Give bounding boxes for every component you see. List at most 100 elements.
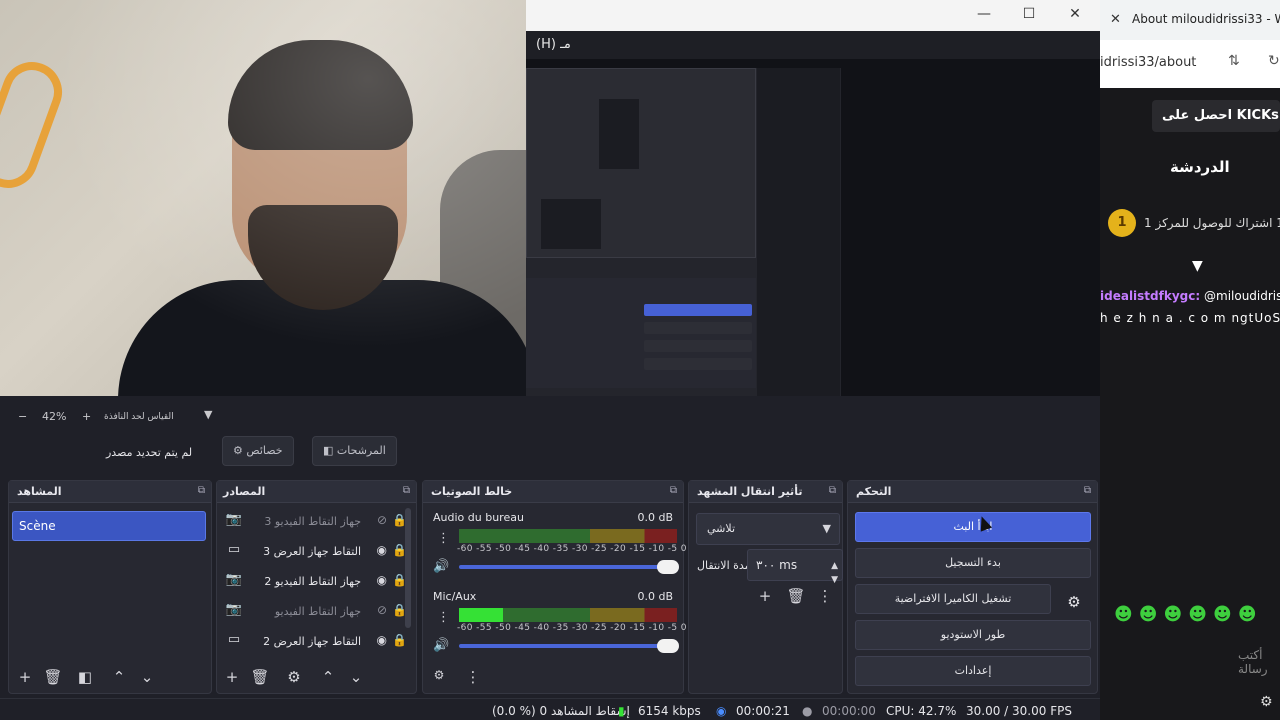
eye-icon[interactable]: ◉ [377,573,387,587]
pinned-chevron-icon[interactable]: ▼ [1192,258,1203,274]
nested-docks [526,278,756,388]
properties-button[interactable]: ⚙ خصائص [222,436,294,466]
move-up-icon[interactable]: ⌃ [318,668,338,686]
chevron-down-icon: ▼ [822,522,831,535]
speaker-icon[interactable]: 🔊 [433,638,449,653]
zoom-in-button[interactable]: + [82,410,91,423]
source-row[interactable]: ▭ التقاط جهاز العرض 3 ◉ 🔒 [217,537,417,567]
source-row[interactable]: 📷 جهاز التقاط الفيديو 2 ◉ 🔒 [217,567,417,597]
chat-message-header: idealistdfkygc: @miloudidriss [1100,289,1280,303]
advanced-audio-icon[interactable]: ⚙ [429,668,449,682]
lock-icon[interactable]: 🔒 [392,633,407,647]
move-down-icon[interactable]: ⌄ [137,668,157,686]
kebab-menu-icon[interactable]: ⋮ [437,531,450,546]
kebab-menu-icon[interactable]: ⋮ [463,668,483,686]
filter-icon[interactable]: ◧ [75,668,95,686]
add-icon[interactable]: + [222,668,242,686]
webcam-feed [0,0,526,396]
scene-item[interactable]: Scène [12,511,206,541]
popout-icon[interactable]: ⧉ [198,485,205,496]
address-text: idrissi33/about [1100,55,1197,70]
kick-button[interactable]: احصل على KICKs [1152,100,1280,132]
trash-icon[interactable]: 🗑 [43,668,63,686]
move-up-icon[interactable]: ⌃ [109,668,129,686]
scrollbar[interactable] [405,508,411,628]
stream-icon: ◉ [716,704,727,718]
close-tab-icon[interactable]: ✕ [1110,12,1121,27]
zoom-out-button[interactable]: − [18,410,27,423]
start-recording-button[interactable]: بدء التسجيل [855,548,1091,578]
chevron-down-icon[interactable]: ▼ [204,408,212,421]
address-bar[interactable]: idrissi33/about ⇅ ↻ [1100,40,1280,88]
gear-icon[interactable]: ⚙ [1260,694,1273,710]
tab-title: About miloudidrissi33 - Wat [1132,12,1280,26]
fit-to-window[interactable]: القياس لحد النافذة [104,412,174,422]
emote-bar[interactable]: ☻☻☻☻☻☻ [1114,604,1263,625]
minimize-icon[interactable]: — [974,6,994,22]
gear-icon[interactable]: ⚙ [284,668,304,686]
source-name: جهاز التقاط الفيديو [274,605,361,618]
volume-slider[interactable] [459,560,679,574]
kebab-menu-icon[interactable]: ⋮ [815,587,835,605]
browser-tab[interactable]: ✕ About miloudidrissi33 - Wat [1100,0,1280,40]
meter-scale: -60 -55 -50 -45 -40 -35 -30 -25 -20 -15 … [457,544,687,554]
speaker-icon[interactable]: 🔊 [433,559,449,574]
studio-mode-button[interactable]: طور الاستوديو [855,620,1091,650]
eye-icon[interactable]: ◉ [377,633,387,647]
nested-stream-btn [644,304,752,316]
eye-hidden-icon[interactable]: ⊘ [377,603,387,617]
kebab-menu-icon[interactable]: ⋮ [437,610,450,625]
slider-knob[interactable] [657,560,679,574]
transitions-header: تأثير انتقال المشهد ⧉ [689,481,842,503]
transitions-title: تأثير انتقال المشهد [697,485,803,498]
nested-btn [644,322,752,334]
eye-hidden-icon[interactable]: ⊘ [377,513,387,527]
controls-header: التحكم ⧉ [848,481,1097,503]
source-row[interactable]: ▭ التقاط جهاز العرض 2 ◉ 🔒 [217,627,417,657]
filters-button[interactable]: ◧ المرشحات [312,436,397,466]
source-name: التقاط جهاز العرض 3 [263,545,361,558]
settings-button[interactable]: إعدادات [855,656,1091,686]
transition-select[interactable]: تلاشي ▼ [696,513,840,545]
duration-input[interactable]: ٣٠٠ ms ▲ ▼ [747,549,843,585]
slider-knob[interactable] [657,639,679,653]
popout-icon[interactable]: ⧉ [670,485,677,496]
dropped-frames: (0.0 %) 0 إسقاط المشاهد [492,704,630,718]
properties-label: خصائص [246,444,283,457]
trash-icon[interactable]: 🗑 [250,668,270,686]
site-settings-icon[interactable]: ⇅ [1228,53,1240,69]
filters-label: المرشحات [336,444,386,457]
eye-icon[interactable]: ◉ [377,543,387,557]
meter-level [459,608,503,622]
gear-icon: ⚙ [233,444,247,457]
mixer-title: خالط الصوتيات [431,485,513,498]
source-name: جهاز التقاط الفيديو 3 [264,515,361,528]
help-menu[interactable]: (H) مـ [536,37,571,52]
move-down-icon[interactable]: ⌄ [346,668,366,686]
sources-dock: المصادر ⧉ 📷 جهاز التقاط الفيديو 3 ⊘ 🔒 ▭ … [216,480,417,694]
popout-icon[interactable]: ⧉ [829,485,836,496]
chat-input[interactable]: أكتب رسالة [1100,640,1280,676]
maximize-icon[interactable]: ☐ [1019,6,1039,22]
volume-slider[interactable] [459,639,679,653]
nested-panel [541,199,601,249]
display-icon: ▭ [227,542,241,557]
captured-titlebar: — ☐ ✕ [526,0,1100,31]
trash-icon[interactable]: 🗑 [786,587,806,605]
start-streaming-button[interactable]: ابدأ البث [855,512,1091,542]
popout-icon[interactable]: ⧉ [403,485,410,496]
add-icon[interactable]: + [15,668,35,686]
nested-btn [644,340,752,352]
mixer-toolbar: ⚙ ⋮ [423,663,683,693]
source-row[interactable]: 📷 جهاز التقاط الفيديو 3 ⊘ 🔒 [217,507,417,537]
chat-username[interactable]: idealistdfkygc: [1100,289,1200,303]
close-icon[interactable]: ✕ [1065,6,1085,22]
virtual-camera-button[interactable]: تشغيل الكاميرا الافتراضية [855,584,1051,614]
source-row[interactable]: 📷 جهاز التقاط الفيديو ⊘ 🔒 [217,597,417,627]
gear-icon[interactable]: ⚙ [1056,587,1092,619]
source-name: التقاط جهاز العرض 2 [263,635,361,648]
reload-icon[interactable]: ↻ [1268,53,1280,69]
add-icon[interactable]: + [755,587,775,605]
duration-value: ٣٠٠ ms [756,558,798,572]
popout-icon[interactable]: ⧉ [1084,485,1091,496]
